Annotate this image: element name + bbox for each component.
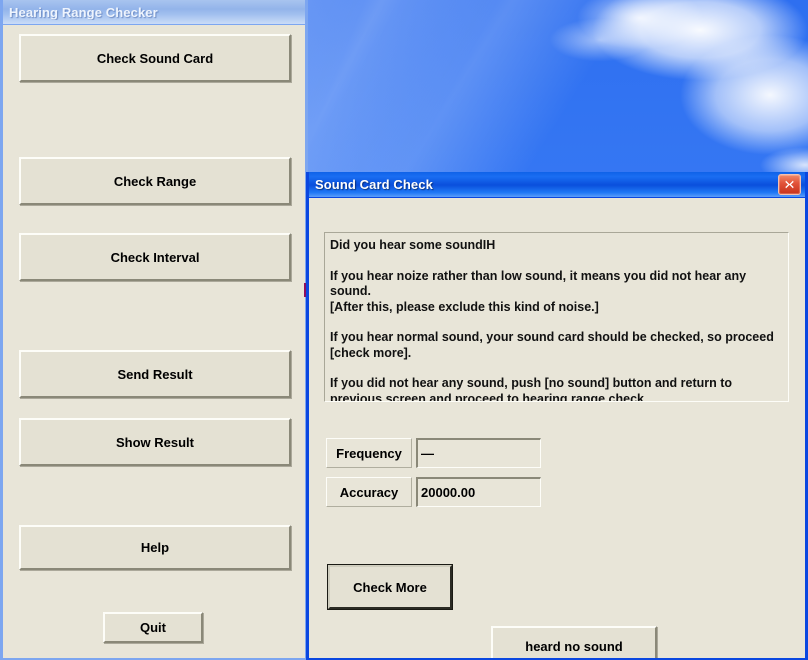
send-result-button[interactable]: Send Result: [19, 350, 291, 398]
close-icon[interactable]: [778, 174, 801, 195]
instructions-spacer-2: [330, 315, 782, 330]
instructions-panel: Did you hear some soundIH If you hear no…: [324, 232, 789, 402]
accuracy-value: 20000.00: [421, 485, 476, 500]
instructions-line-5: If you did not hear any sound, push [no …: [330, 376, 733, 402]
accuracy-input[interactable]: 20000.00: [416, 477, 541, 507]
check-range-button-label: Check Range: [113, 173, 197, 189]
check-more-button[interactable]: Check More: [327, 564, 453, 610]
dialog-client-area: Did you hear some soundIH If you hear no…: [309, 198, 805, 658]
hearing-range-checker-window: Hearing Range Checker Check Sound Card C…: [0, 0, 308, 660]
check-more-button-label: Check More: [353, 579, 427, 595]
send-result-button-label: Send Result: [117, 366, 193, 382]
dialog-title: Sound Card Check: [315, 177, 433, 192]
instructions-line-4: If you hear normal sound, your sound car…: [330, 330, 774, 360]
instructions-line-1: Did you hear some soundIH: [330, 238, 496, 252]
instructions-spacer-1: [330, 254, 782, 269]
quit-button-label: Quit: [140, 620, 166, 635]
help-button[interactable]: Help: [19, 525, 291, 570]
main-window-client-area: Check Sound Card Check Range Check Inter…: [3, 25, 305, 658]
show-result-button-label: Show Result: [115, 434, 194, 450]
main-window-title: Hearing Range Checker: [9, 4, 158, 20]
accuracy-label: Accuracy: [326, 477, 412, 507]
show-result-button[interactable]: Show Result: [19, 418, 291, 466]
check-sound-card-button-label: Check Sound Card: [96, 50, 214, 66]
frequency-label: Frequency: [326, 438, 412, 468]
desktop: Hearing Range Checker Check Sound Card C…: [0, 0, 808, 660]
check-interval-button-label: Check Interval: [110, 249, 200, 265]
instructions-line-3: [After this, please exclude this kind of…: [330, 299, 599, 314]
quit-button[interactable]: Quit: [103, 612, 203, 643]
accuracy-label-text: Accuracy: [339, 484, 399, 500]
instructions-line-2: If you hear noize rather than low sound,…: [330, 268, 747, 299]
check-sound-card-button[interactable]: Check Sound Card: [19, 34, 291, 82]
check-range-button[interactable]: Check Range: [19, 157, 291, 205]
heard-no-sound-button[interactable]: heard no sound: [491, 626, 657, 658]
check-interval-button[interactable]: Check Interval: [19, 233, 291, 281]
help-button-label: Help: [140, 540, 170, 555]
frequency-label-text: Frequency: [336, 445, 402, 461]
heard-no-sound-button-label: heard no sound: [525, 638, 623, 654]
sound-card-check-dialog: Sound Card Check Did you hear some sound…: [306, 172, 808, 660]
dialog-titlebar[interactable]: Sound Card Check: [309, 172, 805, 198]
frequency-input[interactable]: —: [416, 438, 541, 468]
instructions-spacer-3: [330, 361, 782, 376]
frequency-value: —: [421, 446, 434, 461]
main-window-titlebar[interactable]: Hearing Range Checker: [3, 0, 305, 25]
